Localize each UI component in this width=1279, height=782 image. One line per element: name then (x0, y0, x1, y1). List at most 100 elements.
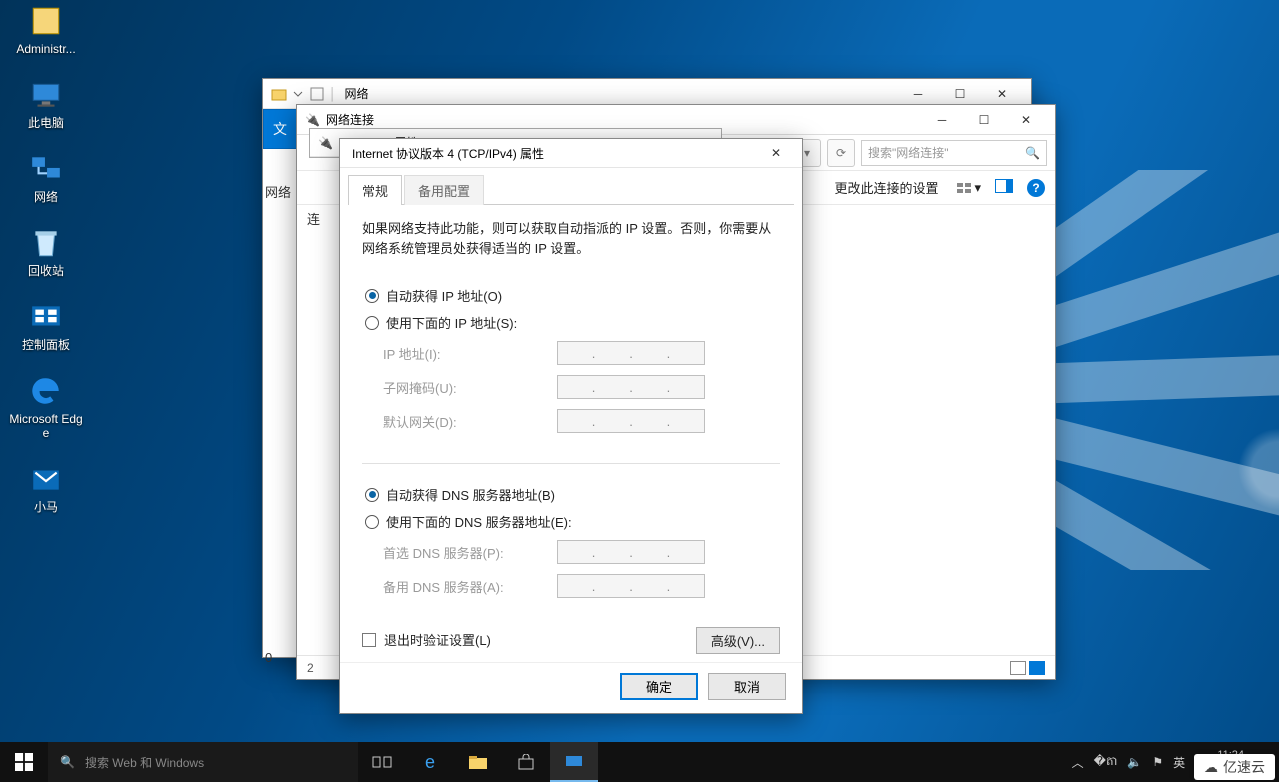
tab-alternate[interactable]: 备用配置 (404, 175, 484, 205)
field-label: IP 地址(I): (383, 344, 557, 363)
down-caret-icon[interactable] (291, 87, 305, 101)
radio-icon[interactable] (365, 316, 379, 330)
tray-network-icon[interactable]: �តា (1094, 753, 1118, 771)
tray-volume-icon[interactable]: 🔈 (1127, 755, 1142, 769)
desktop-icon-xiaoma[interactable]: 小马 (8, 462, 84, 514)
ok-button[interactable]: 确定 (620, 673, 698, 700)
network-icon (26, 152, 66, 186)
taskview-button[interactable] (358, 742, 406, 782)
subnet-mask-input: ... (557, 375, 705, 399)
minimize-button[interactable]: ─ (921, 106, 963, 134)
preview-pane-icon[interactable] (995, 179, 1013, 196)
radio-icon[interactable] (365, 488, 379, 502)
radio-label: 自动获得 DNS 服务器地址(B) (386, 485, 555, 504)
radio-icon[interactable] (365, 515, 379, 529)
row-default-gateway: 默认网关(D): ... (365, 404, 777, 438)
row-subnet-mask: 子网掩码(U): ... (365, 370, 777, 404)
adapter-icon: 🔌 (318, 136, 333, 150)
field-label: 首选 DNS 服务器(P): (383, 543, 557, 562)
dialog-ipv4-properties[interactable]: Internet 协议版本 4 (TCP/IPv4) 属性 ✕ 常规 备用配置 … (339, 138, 803, 714)
task-edge[interactable]: e (406, 742, 454, 782)
cloud-icon: ☁ (1204, 759, 1218, 776)
checkbox-label: 退出时验证设置(L) (384, 630, 491, 649)
task-network-connections[interactable] (550, 742, 598, 782)
dns-group: 自动获得 DNS 服务器地址(B) 使用下面的 DNS 服务器地址(E): 首选… (362, 476, 780, 616)
tray-ime[interactable]: 英 (1173, 754, 1185, 771)
window-title: 网络连接 (326, 111, 921, 128)
field-label: 默认网关(D): (383, 412, 557, 431)
dialog-body: 如果网络支持此功能，则可以获取自动指派的 IP 设置。否则，你需要从网络系统管理… (340, 205, 802, 662)
close-button[interactable]: ✕ (1005, 106, 1047, 134)
peek-text: 0 (265, 650, 272, 665)
radio-dns-manual[interactable]: 使用下面的 DNS 服务器地址(E): (365, 508, 777, 535)
windows-logo-icon (15, 753, 33, 771)
task-explorer[interactable] (454, 742, 502, 782)
cancel-button[interactable]: 取消 (708, 673, 786, 700)
desktop-icon-label: 小马 (8, 500, 84, 514)
help-icon[interactable]: ? (1027, 179, 1045, 197)
radio-label: 使用下面的 DNS 服务器地址(E): (386, 512, 572, 531)
watermark: ☁ 亿速云 (1194, 754, 1275, 780)
view-mode-icons[interactable] (1010, 661, 1045, 675)
radio-ip-auto[interactable]: 自动获得 IP 地址(O) (365, 282, 777, 309)
row-dns-preferred: 首选 DNS 服务器(P): ... (365, 535, 777, 569)
radio-dns-auto[interactable]: 自动获得 DNS 服务器地址(B) (365, 481, 777, 508)
field-label: 备用 DNS 服务器(A): (383, 577, 557, 596)
task-store[interactable] (502, 742, 550, 782)
search-input[interactable]: 搜索"网络连接" 🔍 (861, 140, 1047, 166)
taskbar[interactable]: 🔍 搜索 Web 和 Windows e ︿ �តា 🔈 ⚑ 英 11:24 2… (0, 742, 1279, 782)
item-count: 2 (307, 661, 314, 675)
titlebar[interactable]: Internet 协议版本 4 (TCP/IPv4) 属性 ✕ (340, 139, 802, 168)
radio-label: 使用下面的 IP 地址(S): (386, 313, 517, 332)
desktop-icon-label: 网络 (8, 190, 84, 204)
ip-address-input: ... (557, 341, 705, 365)
desktop-icon-recycle-bin[interactable]: 回收站 (8, 226, 84, 278)
file-tab[interactable]: 文 (263, 109, 297, 149)
description-text: 如果网络支持此功能，则可以获取自动指派的 IP 设置。否则，你需要从网络系统管理… (362, 219, 780, 259)
desktop-icon-network[interactable]: 网络 (8, 152, 84, 204)
desktop-icon-administrator[interactable]: Administr... (8, 4, 84, 56)
pc-icon (26, 78, 66, 112)
desktop-icon-label: 回收站 (8, 264, 84, 278)
xiaoma-icon (26, 462, 66, 496)
desktop-icon-edge[interactable]: Microsoft Edge (8, 374, 84, 440)
taskbar-search[interactable]: 🔍 搜索 Web 和 Windows (48, 742, 358, 782)
bin-icon (26, 226, 66, 260)
maximize-button[interactable]: ☐ (963, 106, 1005, 134)
tab-strip: 常规 备用配置 (348, 174, 794, 205)
user-icon (26, 4, 66, 38)
view-dropdown-icon[interactable]: ▾ (956, 180, 981, 196)
window-title: 网络 (345, 85, 898, 102)
search-placeholder: 搜索"网络连接" (868, 144, 949, 161)
desktop-icon-label: Microsoft Edge (8, 412, 84, 440)
desktop-icon-label: 此电脑 (8, 116, 84, 130)
refresh-button[interactable]: ⟳ (827, 139, 855, 167)
gateway-input: ... (557, 409, 705, 433)
start-button[interactable] (0, 742, 48, 782)
netconn-icon: 🔌 (305, 113, 320, 127)
tab-general[interactable]: 常规 (348, 175, 402, 205)
advanced-button[interactable]: 高级(V)... (696, 627, 780, 654)
dialog-title: Internet 协议版本 4 (TCP/IPv4) 属性 (348, 145, 758, 162)
dialog-footer: 确定 取消 (340, 662, 802, 714)
desktop-icon-label: Administr... (8, 42, 84, 56)
row-ip-address: IP 地址(I): ... (365, 336, 777, 370)
explorer-quickaccess-icon: │ (271, 86, 337, 102)
radio-ip-manual[interactable]: 使用下面的 IP 地址(S): (365, 309, 777, 336)
radio-icon[interactable] (365, 289, 379, 303)
tray-flag-icon[interactable]: ⚑ (1152, 755, 1163, 769)
radio-label: 自动获得 IP 地址(O) (386, 286, 502, 305)
desktop-icon-control-panel[interactable]: 控制面板 (8, 300, 84, 352)
desktop-icon-label: 控制面板 (8, 338, 84, 352)
field-label: 子网掩码(U): (383, 378, 557, 397)
row-dns-alternate: 备用 DNS 服务器(A): ... (365, 569, 777, 603)
search-icon: 🔍 (60, 755, 75, 769)
desktop-icon-this-pc[interactable]: 此电脑 (8, 78, 84, 130)
close-button[interactable]: ✕ (758, 139, 794, 167)
peek-text: 网络 (265, 182, 291, 201)
tray-chevron-icon[interactable]: ︿ (1072, 754, 1084, 771)
search-icon: 🔍 (1025, 146, 1040, 160)
cmd-change-settings[interactable]: 更改此连接的设置 (834, 178, 938, 197)
checkbox-icon[interactable] (362, 633, 376, 647)
dns-preferred-input: ... (557, 540, 705, 564)
